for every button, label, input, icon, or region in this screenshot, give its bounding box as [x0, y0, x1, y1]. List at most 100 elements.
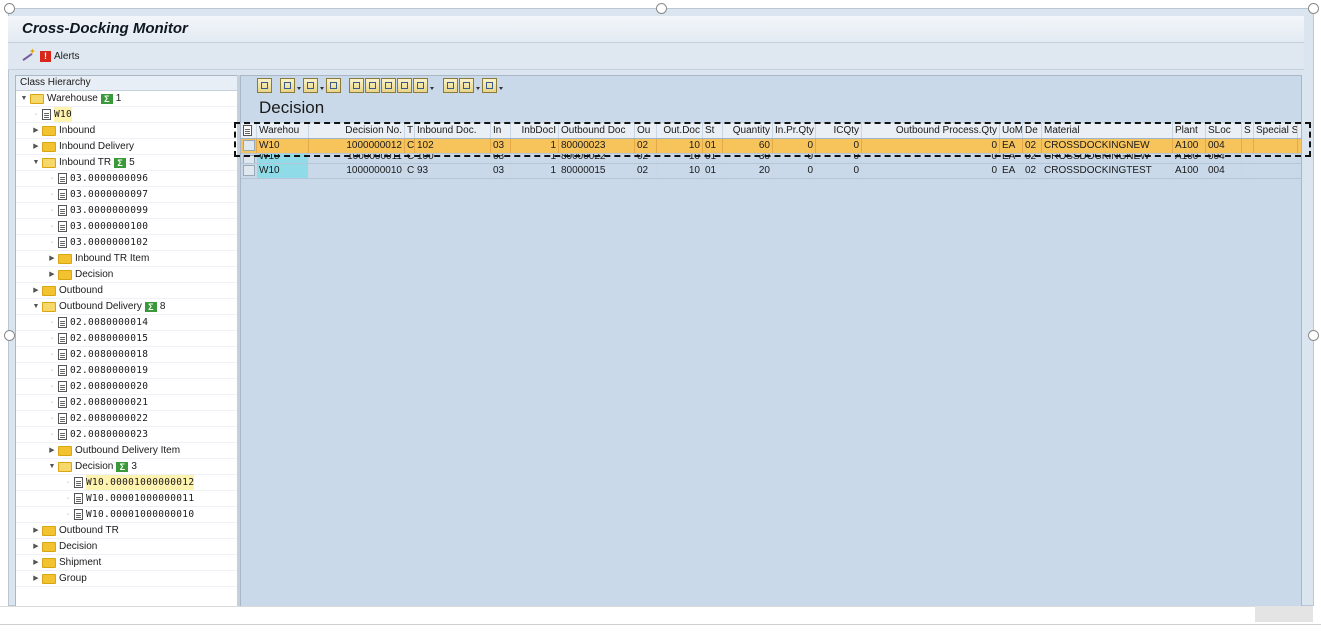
tree-node[interactable]: · 03.0000000097: [16, 187, 237, 203]
tree-node[interactable]: · 02.0080000018: [16, 347, 237, 363]
grid-cell[interactable]: 0: [862, 139, 1000, 153]
tree-node[interactable]: ▶ Shipment: [16, 555, 237, 571]
grid-cell[interactable]: W10: [257, 139, 309, 153]
grid-cell[interactable]: 01: [703, 164, 723, 178]
column-header[interactable]: Plant: [1173, 123, 1206, 138]
column-header[interactable]: Material: [1042, 123, 1173, 138]
grid-cell[interactable]: A100: [1173, 164, 1206, 178]
tree-node[interactable]: ▼ Decision Σ 3: [16, 459, 237, 475]
tree-node[interactable]: · 02.0080000014: [16, 315, 237, 331]
sort-descending-button[interactable]: [365, 78, 380, 93]
grid-cell[interactable]: 02: [1023, 139, 1042, 153]
column-header[interactable]: SLoc: [1206, 123, 1242, 138]
resize-handle-top-right[interactable]: [1308, 3, 1319, 14]
grid-cell[interactable]: 02: [635, 154, 657, 163]
grid-cell[interactable]: EA: [1000, 154, 1023, 163]
column-header[interactable]: Quantity: [723, 123, 773, 138]
find-button[interactable]: [326, 78, 341, 93]
grid-cell[interactable]: 0: [816, 139, 862, 153]
grid-cell[interactable]: W10: [257, 154, 309, 163]
grid-cell[interactable]: 0: [773, 164, 816, 178]
collapse-arrow-icon[interactable]: ▼: [32, 299, 40, 314]
grid-cell[interactable]: 004: [1206, 154, 1242, 163]
grid-cell[interactable]: 1000000011: [309, 154, 405, 163]
column-header[interactable]: St: [703, 123, 723, 138]
refresh-button[interactable]: [280, 78, 295, 93]
search-next-button[interactable]: [397, 78, 412, 93]
grid-cell[interactable]: [1254, 139, 1298, 153]
grid-cell[interactable]: 004: [1206, 139, 1242, 153]
column-header[interactable]: Special S: [1254, 123, 1298, 138]
tree-node[interactable]: ▼ Outbound Delivery Σ 8: [16, 299, 237, 315]
resize-handle-top-left[interactable]: [4, 3, 15, 14]
expand-arrow-icon[interactable]: ▶: [32, 123, 40, 138]
views-button[interactable]: [459, 78, 474, 93]
expand-arrow-icon[interactable]: ▶: [32, 283, 40, 298]
expand-arrow-icon[interactable]: ▶: [48, 443, 56, 458]
column-header[interactable]: In.Pr.Qty: [773, 123, 816, 138]
expand-arrow-icon[interactable]: ▶: [32, 523, 40, 538]
column-header[interactable]: Decision No.: [309, 123, 405, 138]
resize-handle-top[interactable]: [656, 3, 667, 14]
tree-node[interactable]: ▼ Warehouse Σ 1: [16, 91, 237, 107]
grid-cell[interactable]: 01: [703, 154, 723, 163]
grid-cell[interactable]: 03: [491, 139, 511, 153]
grid-cell[interactable]: C: [405, 154, 415, 163]
resize-handle-left[interactable]: [4, 330, 15, 341]
tree-node[interactable]: · 02.0080000020: [16, 379, 237, 395]
grid-cell[interactable]: 80000022: [559, 154, 635, 163]
layout-dropdown-icon[interactable]: [498, 78, 504, 93]
column-header[interactable]: De: [1023, 123, 1042, 138]
grid-cell[interactable]: W10: [257, 164, 309, 178]
row-selector[interactable]: [241, 139, 257, 153]
grid-cell[interactable]: 0: [816, 154, 862, 163]
column-header[interactable]: InbDocI: [511, 123, 559, 138]
grid-cell[interactable]: C: [405, 139, 415, 153]
grid-cell[interactable]: A100: [1173, 139, 1206, 153]
grid-cell[interactable]: 10: [657, 154, 703, 163]
tree-node[interactable]: · 03.0000000100: [16, 219, 237, 235]
tree-node[interactable]: ▶ Outbound: [16, 283, 237, 299]
grid-cell[interactable]: [1254, 154, 1298, 163]
grid-cell[interactable]: 1: [511, 139, 559, 153]
filter-button[interactable]: [413, 78, 428, 93]
grid-cell[interactable]: [1242, 164, 1254, 178]
column-header[interactable]: Warehou: [257, 123, 309, 138]
print-button[interactable]: [443, 78, 458, 93]
grid-cell[interactable]: 0: [862, 154, 1000, 163]
expand-arrow-icon[interactable]: ▶: [32, 555, 40, 570]
grid-cell[interactable]: 02: [635, 139, 657, 153]
column-header[interactable]: Ou: [635, 123, 657, 138]
expand-arrow-icon[interactable]: ▶: [32, 571, 40, 586]
resize-handle-right[interactable]: [1308, 330, 1319, 341]
expand-arrow-icon[interactable]: ▶: [32, 539, 40, 554]
column-header[interactable]: T: [405, 123, 415, 138]
export-button[interactable]: [303, 78, 318, 93]
grid-cell[interactable]: CROSSDOCKINGTEST: [1042, 164, 1173, 178]
search-button[interactable]: [381, 78, 396, 93]
tree-node[interactable]: · W10.00001000000010: [16, 507, 237, 523]
tree-node[interactable]: · 02.0080000019: [16, 363, 237, 379]
tree-node[interactable]: · 03.0000000099: [16, 203, 237, 219]
filter-dropdown-icon[interactable]: [429, 78, 435, 93]
grid-cell[interactable]: 02: [1023, 154, 1042, 163]
tree-node[interactable]: · W10.00001000000012: [16, 475, 237, 491]
tree-node[interactable]: ▶ Outbound TR: [16, 523, 237, 539]
grid-cell[interactable]: 1: [511, 154, 559, 163]
tree-node[interactable]: ▶ Group: [16, 571, 237, 587]
expand-arrow-icon[interactable]: ▶: [32, 139, 40, 154]
grid-cell[interactable]: 01: [703, 139, 723, 153]
table-row[interactable]: W10 1000000012 C 102 03 1 80000023 02 10 01 60 0 0 0 E…: [241, 139, 1301, 154]
layout-button[interactable]: [482, 78, 497, 93]
collapse-arrow-icon[interactable]: ▼: [20, 91, 28, 106]
grid-cell[interactable]: 10: [657, 164, 703, 178]
column-header[interactable]: ICQty: [816, 123, 862, 138]
tree-node[interactable]: ▶ Inbound: [16, 123, 237, 139]
grid-cell[interactable]: [1254, 164, 1298, 178]
column-header[interactable]: Outbound Doc: [559, 123, 635, 138]
grid-cell[interactable]: 0: [862, 164, 1000, 178]
column-header[interactable]: UoM: [1000, 123, 1023, 138]
alerts-button[interactable]: ! Alerts: [40, 49, 80, 63]
grid-cell[interactable]: CROSSDOCKINGNEW: [1042, 154, 1173, 163]
grid-cell[interactable]: 02: [635, 164, 657, 178]
